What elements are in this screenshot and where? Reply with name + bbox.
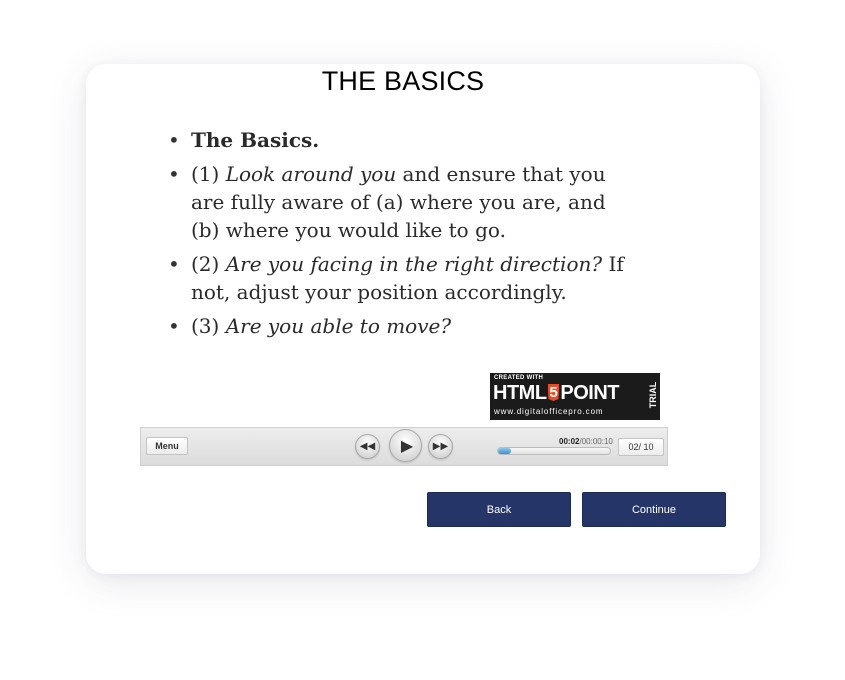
badge-brand-left: HTML	[493, 382, 547, 404]
badge-url: www.digitalofficepro.com	[494, 407, 604, 416]
bullet-item: (3) Are you able to move?	[168, 312, 628, 340]
rewind-icon: ◀◀	[359, 441, 376, 452]
bullet-bold-text: The Basics.	[191, 128, 320, 152]
back-button[interactable]: Back	[427, 492, 571, 527]
badge-trial: TRIAL	[648, 381, 658, 409]
continue-button[interactable]: Continue	[582, 492, 726, 527]
badge-created-with: CREATED WITH	[494, 375, 544, 381]
badge-brand: HTML 5 POINT	[493, 382, 620, 405]
bullet-italic-text: Are you able to move?	[225, 314, 452, 338]
fast-forward-button[interactable]: ▶▶	[428, 434, 453, 459]
bullet-number: (2)	[191, 252, 226, 276]
play-icon: ▶	[400, 437, 414, 455]
bullet-item: (2) Are you facing in the right directio…	[168, 250, 628, 306]
badge-brand-right: POINT	[560, 382, 620, 404]
html5point-trial-badge: CREATED WITH HTML 5 POINT www.digitaloffic…	[490, 373, 660, 420]
bullet-item: The Basics.	[168, 126, 628, 154]
media-player-bar: Menu ◀◀ ▶ ▶▶ 00:02/00:00:10 02/ 10	[140, 427, 668, 466]
page-indicator: 02/ 10	[618, 438, 664, 456]
bullet-italic-text: Look around you	[225, 162, 397, 186]
html5-shield-icon: 5	[547, 384, 560, 401]
bullet-italic-text: Are you facing in the right direction?	[225, 252, 603, 276]
bullet-number: (1)	[191, 162, 226, 186]
bullet-number: (3)	[191, 314, 226, 338]
rewind-button[interactable]: ◀◀	[355, 434, 380, 459]
progress-fill	[498, 448, 512, 454]
bullet-list: The Basics. (1) Look around you and ensu…	[168, 126, 628, 346]
menu-button[interactable]: Menu	[146, 437, 188, 455]
fast-forward-icon: ▶▶	[432, 441, 449, 452]
progress-bar[interactable]	[497, 447, 611, 455]
time-readout: 00:02/00:00:10	[559, 437, 613, 446]
play-button[interactable]: ▶	[389, 429, 422, 462]
slide-title: THE BASICS	[321, 66, 485, 96]
time-current: 00:02	[559, 437, 580, 446]
time-total: 00:00:10	[581, 437, 613, 446]
bullet-item: (1) Look around you and ensure that you …	[168, 160, 628, 244]
